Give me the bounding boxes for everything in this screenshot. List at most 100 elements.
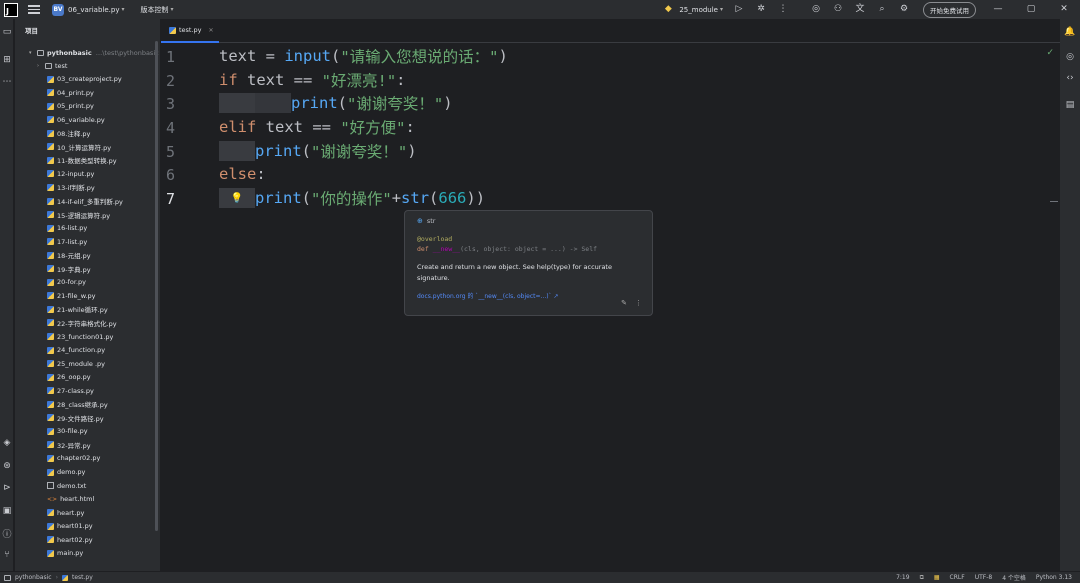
- tree-item[interactable]: 13-if判断.py: [47, 181, 95, 194]
- tree-item[interactable]: 06_variable.py: [47, 113, 105, 126]
- code-token: "请输入您想说的话：": [340, 48, 499, 66]
- edit-icon[interactable]: ✎: [621, 299, 627, 307]
- code-token: else: [219, 165, 257, 183]
- vcs-menu[interactable]: 版本控制: [140, 5, 168, 15]
- tree-item[interactable]: 32-异常.py: [47, 438, 91, 451]
- structure-icon[interactable]: ⊞: [1, 54, 13, 66]
- indent-setting[interactable]: 4 个空格: [1002, 573, 1026, 582]
- python-packages-icon[interactable]: ◈: [1, 437, 13, 449]
- tree-item[interactable]: heart02.py: [47, 533, 93, 546]
- tree-item[interactable]: 17-list.py: [47, 235, 87, 248]
- tree-item[interactable]: heart.py: [47, 506, 84, 519]
- minimize-icon[interactable]: —: [992, 4, 1004, 16]
- tree-item[interactable]: 22-字符串格式化.py: [47, 316, 117, 329]
- more-icon[interactable]: ⋮: [777, 4, 789, 16]
- lightbulb-icon[interactable]: 💡: [231, 193, 243, 204]
- tree-item[interactable]: 30-file.py: [47, 425, 88, 438]
- docs-link[interactable]: docs.python.org 的 `__new__(cls, object=.…: [417, 291, 640, 300]
- folder-icon[interactable]: ▭: [1, 26, 13, 38]
- tree-item[interactable]: 28_class继承.py: [47, 398, 108, 411]
- tree-item[interactable]: 16-list.py: [47, 222, 87, 235]
- tree-item[interactable]: 21-file_w.py: [47, 289, 96, 302]
- scrollbar[interactable]: [155, 41, 158, 531]
- terminal-icon[interactable]: ▣: [1, 505, 13, 517]
- chevron-down-icon[interactable]: ▾: [720, 6, 723, 13]
- run-config-selector[interactable]: 25_module: [679, 6, 718, 14]
- tree-item-label: 14-if-elif_多重判断.py: [57, 198, 123, 206]
- tree-item[interactable]: main.py: [47, 547, 83, 560]
- tree-item[interactable]: 29-文件路径.py: [47, 411, 104, 424]
- tree-root[interactable]: ▾ pythonbasic …\test\pythonbasic: [29, 46, 159, 59]
- tree-item[interactable]: 19-字典.py: [47, 262, 91, 275]
- python-file-icon: [47, 143, 54, 151]
- project-badge[interactable]: BV: [52, 3, 64, 16]
- run-icon[interactable]: ▷: [733, 4, 745, 16]
- fold-marker[interactable]: [1050, 201, 1058, 202]
- popup-title: ⊕ str: [417, 217, 640, 225]
- tree-item-label: chapter02.py: [57, 454, 101, 463]
- tree-item[interactable]: 11-数据类型转换.py: [47, 154, 117, 167]
- tree-item[interactable]: 20-for.py: [47, 276, 86, 289]
- breadcrumb-file[interactable]: test.py: [72, 574, 93, 581]
- services-icon[interactable]: ⊳: [1, 482, 13, 494]
- tree-item[interactable]: 03_createproject.py: [47, 73, 122, 86]
- user-icon[interactable]: ⚇: [832, 4, 844, 16]
- code-icon[interactable]: ‹›: [1064, 72, 1076, 84]
- tree-item[interactable]: 25_module .py: [47, 357, 105, 370]
- tree-item-label: 16-list.py: [57, 224, 88, 233]
- more-icon[interactable]: ⋯: [1, 76, 13, 88]
- interpreter[interactable]: Python 3.13: [1036, 574, 1072, 581]
- main-menu-icon[interactable]: [28, 5, 40, 14]
- tree-item[interactable]: 24_function.py: [47, 344, 105, 357]
- tab-test-py[interactable]: test.py ✕: [161, 19, 219, 43]
- debug-icon[interactable]: ✲: [755, 4, 767, 16]
- chevron-down-icon[interactable]: ▾: [170, 6, 173, 13]
- close-icon[interactable]: ✕: [209, 27, 214, 34]
- breadcrumb-root[interactable]: pythonbasic: [15, 574, 52, 581]
- line-separator[interactable]: CRLF: [950, 574, 965, 581]
- database-icon[interactable]: ▤: [1064, 99, 1076, 111]
- chevron-right-icon[interactable]: ›: [37, 63, 45, 69]
- tree-item[interactable]: demo.py: [47, 466, 85, 479]
- notifications-icon[interactable]: 🔔: [1064, 26, 1076, 38]
- tree-item[interactable]: 08.注释.py: [47, 127, 90, 140]
- git-icon[interactable]: ⑂: [1, 549, 13, 561]
- close-icon[interactable]: ✕: [1058, 4, 1070, 16]
- problems-icon[interactable]: ⓘ: [1, 527, 13, 540]
- memory-icon[interactable]: ⧉: [920, 574, 924, 582]
- tree-item[interactable]: 26_oop.py: [47, 371, 91, 384]
- code-token: ): [498, 47, 508, 65]
- tree-item[interactable]: 23_function01.py: [47, 330, 113, 343]
- chevron-down-icon[interactable]: ▾: [121, 6, 124, 13]
- tree-item[interactable]: › test: [37, 59, 67, 72]
- tree-item[interactable]: 04_print.py: [47, 86, 94, 99]
- python-console-icon[interactable]: ⊛: [1, 460, 13, 472]
- tree-item[interactable]: demo.txt: [47, 479, 86, 492]
- search-icon[interactable]: ⌕: [876, 4, 888, 16]
- ai-assistant-icon[interactable]: ◎: [1064, 51, 1076, 63]
- encoding[interactable]: UTF-8: [975, 574, 993, 581]
- cursor-position[interactable]: 7:19: [896, 574, 909, 581]
- project-name[interactable]: 06_variable.py: [68, 6, 119, 14]
- tree-item[interactable]: 27-class.py: [47, 384, 94, 397]
- tree-item[interactable]: 12-input.py: [47, 167, 94, 180]
- tree-item[interactable]: chapter02.py: [47, 452, 100, 465]
- translate-icon[interactable]: 文: [854, 4, 866, 16]
- tree-item[interactable]: <> heart.html: [47, 493, 94, 506]
- tree-item[interactable]: 21-while循环.py: [47, 303, 108, 316]
- more-icon[interactable]: ⋮: [635, 299, 642, 307]
- tree-item[interactable]: heart01.py: [47, 520, 93, 533]
- gear-icon[interactable]: ⚙: [898, 4, 910, 16]
- tree-item[interactable]: 14-if-elif_多重判断.py: [47, 195, 123, 208]
- code-token: str: [401, 189, 430, 207]
- tree-item[interactable]: 15-逻辑运算符.py: [47, 208, 110, 221]
- ai-assistant-icon[interactable]: ◎: [810, 4, 822, 16]
- tree-item[interactable]: 05_print.py: [47, 100, 94, 113]
- tree-item[interactable]: 18-元组.py: [47, 249, 91, 262]
- tree-item[interactable]: 10_计算运算符.py: [47, 140, 111, 153]
- folder-icon: [4, 574, 11, 581]
- maximize-icon[interactable]: ▢: [1025, 4, 1037, 16]
- chevron-down-icon[interactable]: ▾: [29, 50, 37, 56]
- free-trial-button[interactable]: 开始免费试用: [923, 1, 976, 18]
- class-icon: ⊕: [417, 217, 423, 225]
